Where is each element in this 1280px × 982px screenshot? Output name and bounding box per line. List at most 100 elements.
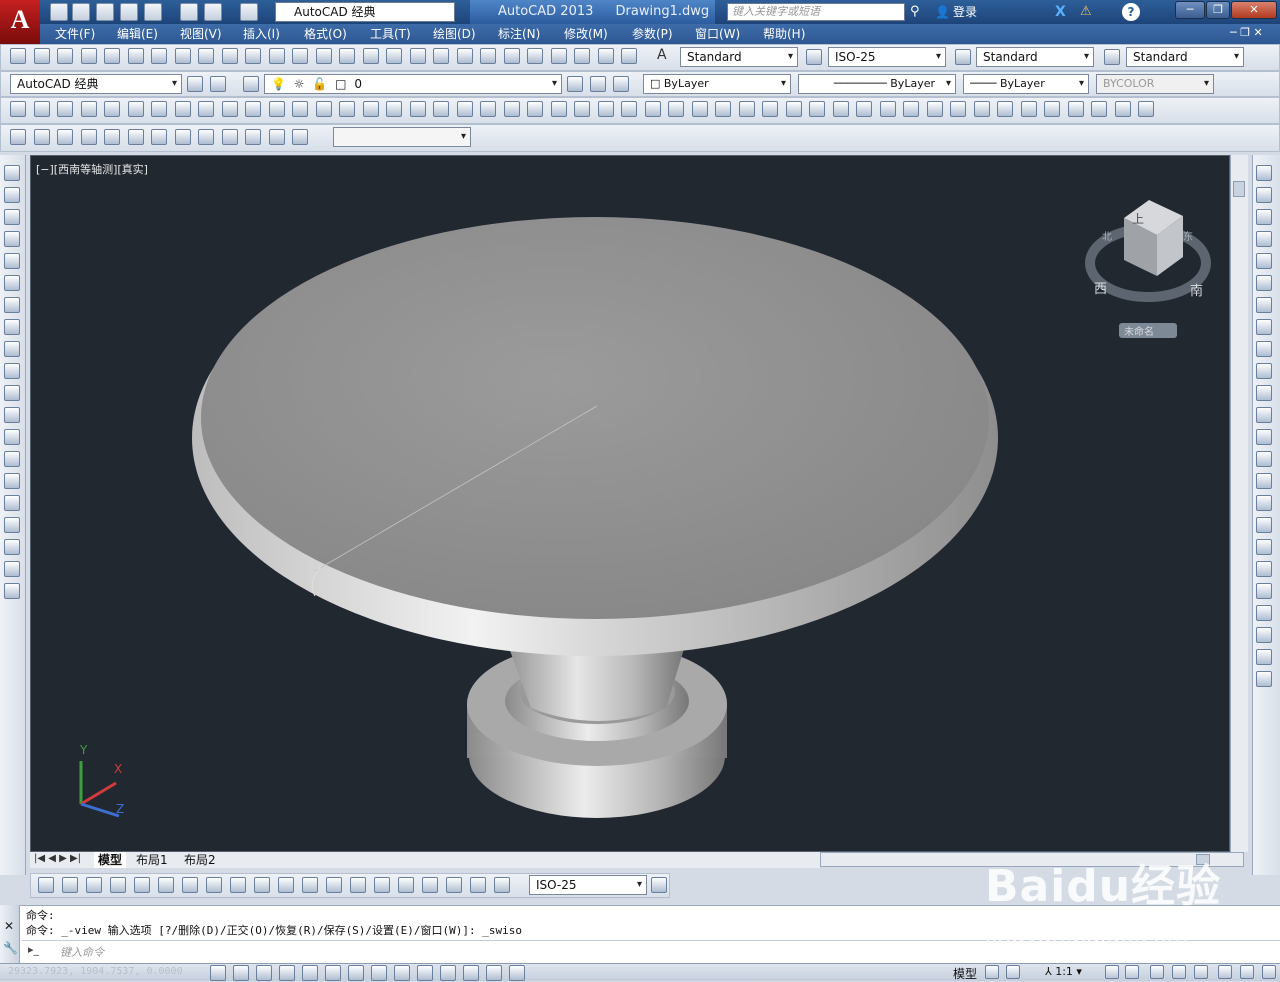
modeling-tool-18-icon[interactable] bbox=[409, 101, 426, 117]
modify-tool-8-icon[interactable] bbox=[1256, 319, 1272, 335]
view-tool-3-icon[interactable] bbox=[57, 129, 73, 145]
dimension-tool-19-icon[interactable] bbox=[470, 877, 486, 893]
help-icon[interactable]: ? bbox=[1122, 3, 1140, 21]
model-space-button[interactable]: 模型 bbox=[953, 965, 977, 982]
draw-tool-6-icon[interactable] bbox=[4, 275, 20, 291]
standard-tool-1-icon[interactable] bbox=[10, 48, 26, 64]
modify-tool-20-icon[interactable] bbox=[1256, 583, 1272, 599]
view-tool-13-icon[interactable] bbox=[292, 129, 308, 145]
dim-style-select[interactable]: ISO-25 bbox=[828, 47, 946, 67]
drafting-setting-2-icon[interactable] bbox=[233, 965, 249, 981]
viewcube[interactable] bbox=[1085, 200, 1211, 302]
menu-format[interactable]: 格式(O) bbox=[304, 24, 347, 44]
view-tool-5-icon[interactable] bbox=[104, 129, 120, 145]
draw-tool-19-icon[interactable] bbox=[4, 561, 20, 577]
modify-tool-3-icon[interactable] bbox=[1256, 209, 1272, 225]
modeling-tool-47-icon[interactable] bbox=[1091, 101, 1107, 117]
annotation-visibility-icon[interactable] bbox=[1105, 965, 1119, 979]
view-tool-2-icon[interactable] bbox=[33, 129, 50, 145]
drafting-setting-11-icon[interactable] bbox=[440, 965, 456, 981]
modify-tool-22-icon[interactable] bbox=[1256, 627, 1272, 643]
standard-tool-2-icon[interactable] bbox=[33, 48, 50, 64]
view-tool-12-icon[interactable] bbox=[268, 129, 285, 145]
draw-tool-12-icon[interactable] bbox=[4, 407, 20, 423]
menu-draw[interactable]: 绘图(D) bbox=[433, 24, 476, 44]
modeling-tool-5-icon[interactable] bbox=[104, 101, 120, 117]
modeling-tool-20-icon[interactable] bbox=[456, 101, 473, 117]
standard-tool-14-icon[interactable] bbox=[315, 48, 332, 64]
modify-tool-21-icon[interactable] bbox=[1256, 605, 1272, 621]
modeling-tool-27-icon[interactable] bbox=[621, 101, 637, 117]
modeling-tool-4-icon[interactable] bbox=[80, 101, 97, 117]
modeling-tool-7-icon[interactable] bbox=[151, 101, 167, 117]
menu-view[interactable]: 视图(V) bbox=[180, 24, 222, 44]
dimension-tool-3-icon[interactable] bbox=[86, 877, 102, 893]
modeling-tool-45-icon[interactable] bbox=[1044, 101, 1060, 117]
publish-icon[interactable] bbox=[144, 3, 162, 21]
modify-tool-13-icon[interactable] bbox=[1256, 429, 1272, 445]
tab-navigation-arrows[interactable]: |◀ ◀ ▶ ▶| bbox=[34, 853, 81, 864]
drafting-setting-10-icon[interactable] bbox=[417, 965, 433, 981]
standard-tool-20-icon[interactable] bbox=[456, 48, 473, 64]
dimension-tool-1-icon[interactable] bbox=[38, 877, 54, 893]
modeling-tool-9-icon[interactable] bbox=[198, 101, 214, 117]
dimension-tool-6-icon[interactable] bbox=[158, 877, 174, 893]
draw-tool-13-icon[interactable] bbox=[4, 429, 20, 445]
view-tool-4-icon[interactable] bbox=[80, 129, 97, 145]
modeling-tool-23-icon[interactable] bbox=[527, 101, 543, 117]
view-tool-11-icon[interactable] bbox=[245, 129, 261, 145]
drafting-setting-9-icon[interactable] bbox=[394, 965, 410, 981]
layer-previous-icon[interactable] bbox=[590, 76, 606, 92]
standard-tool-25-icon[interactable] bbox=[574, 48, 590, 64]
modeling-tool-49-icon[interactable] bbox=[1138, 101, 1154, 117]
viewport-label[interactable]: [−][西南等轴测][真实] bbox=[36, 161, 148, 177]
modify-tool-15-icon[interactable] bbox=[1256, 473, 1272, 489]
standard-tool-17-icon[interactable] bbox=[386, 48, 402, 64]
dimension-tool-5-icon[interactable] bbox=[134, 877, 150, 893]
drafting-setting-4-icon[interactable] bbox=[279, 965, 295, 981]
table-style-select[interactable]: Standard bbox=[976, 47, 1094, 67]
drawing-viewport[interactable] bbox=[30, 155, 1230, 852]
auto-scale-icon[interactable] bbox=[1125, 965, 1139, 979]
clean-screen-icon[interactable] bbox=[1262, 965, 1276, 979]
menu-edit[interactable]: 编辑(E) bbox=[117, 24, 158, 44]
modeling-tool-19-icon[interactable] bbox=[433, 101, 449, 117]
standard-tool-7-icon[interactable] bbox=[151, 48, 167, 64]
restore-button[interactable]: ❐ bbox=[1206, 1, 1230, 19]
modeling-tool-37-icon[interactable] bbox=[856, 101, 872, 117]
dimension-tool-12-icon[interactable] bbox=[302, 877, 318, 893]
application-menu-button[interactable]: A bbox=[0, 0, 40, 44]
exchange-icon[interactable]: X bbox=[1055, 4, 1071, 20]
standard-tool-21-icon[interactable] bbox=[480, 48, 496, 64]
standard-tool-19-icon[interactable] bbox=[433, 48, 449, 64]
standard-tool-27-icon[interactable] bbox=[621, 48, 637, 64]
standard-tool-8-icon[interactable] bbox=[174, 48, 191, 64]
standard-tool-23-icon[interactable] bbox=[527, 48, 543, 64]
dimension-tool-10-icon[interactable] bbox=[254, 877, 270, 893]
menu-modify[interactable]: 修改(M) bbox=[564, 24, 608, 44]
standard-tool-24-icon[interactable] bbox=[550, 48, 567, 64]
modify-tool-9-icon[interactable] bbox=[1256, 341, 1272, 357]
draw-tool-14-icon[interactable] bbox=[4, 451, 20, 467]
draw-tool-7-icon[interactable] bbox=[4, 297, 20, 313]
draw-tool-10-icon[interactable] bbox=[4, 363, 20, 379]
dimension-tool-11-icon[interactable] bbox=[278, 877, 294, 893]
modeling-tool-29-icon[interactable] bbox=[668, 101, 684, 117]
save-as-icon[interactable] bbox=[120, 3, 138, 21]
mleader-style-icon[interactable] bbox=[1104, 49, 1120, 65]
layer-state-icon[interactable] bbox=[613, 76, 629, 92]
draw-tool-11-icon[interactable] bbox=[4, 385, 20, 401]
standard-tool-6-icon[interactable] bbox=[127, 48, 144, 64]
modeling-tool-31-icon[interactable] bbox=[715, 101, 731, 117]
draw-tool-3-icon[interactable] bbox=[4, 209, 20, 225]
quick-view-layouts-icon[interactable] bbox=[985, 965, 999, 979]
workspace-switching-icon[interactable] bbox=[1150, 965, 1164, 979]
standard-tool-4-icon[interactable] bbox=[80, 48, 97, 64]
dimension-tool-13-icon[interactable] bbox=[326, 877, 342, 893]
modify-tool-2-icon[interactable] bbox=[1256, 187, 1272, 203]
standard-tool-15-icon[interactable] bbox=[339, 48, 355, 64]
standard-tool-16-icon[interactable] bbox=[362, 48, 379, 64]
modeling-tool-46-icon[interactable] bbox=[1067, 101, 1084, 117]
tab-layout1[interactable]: 布局1 bbox=[136, 852, 168, 868]
linetype-select[interactable]: ──────── ByLayer bbox=[798, 74, 956, 94]
